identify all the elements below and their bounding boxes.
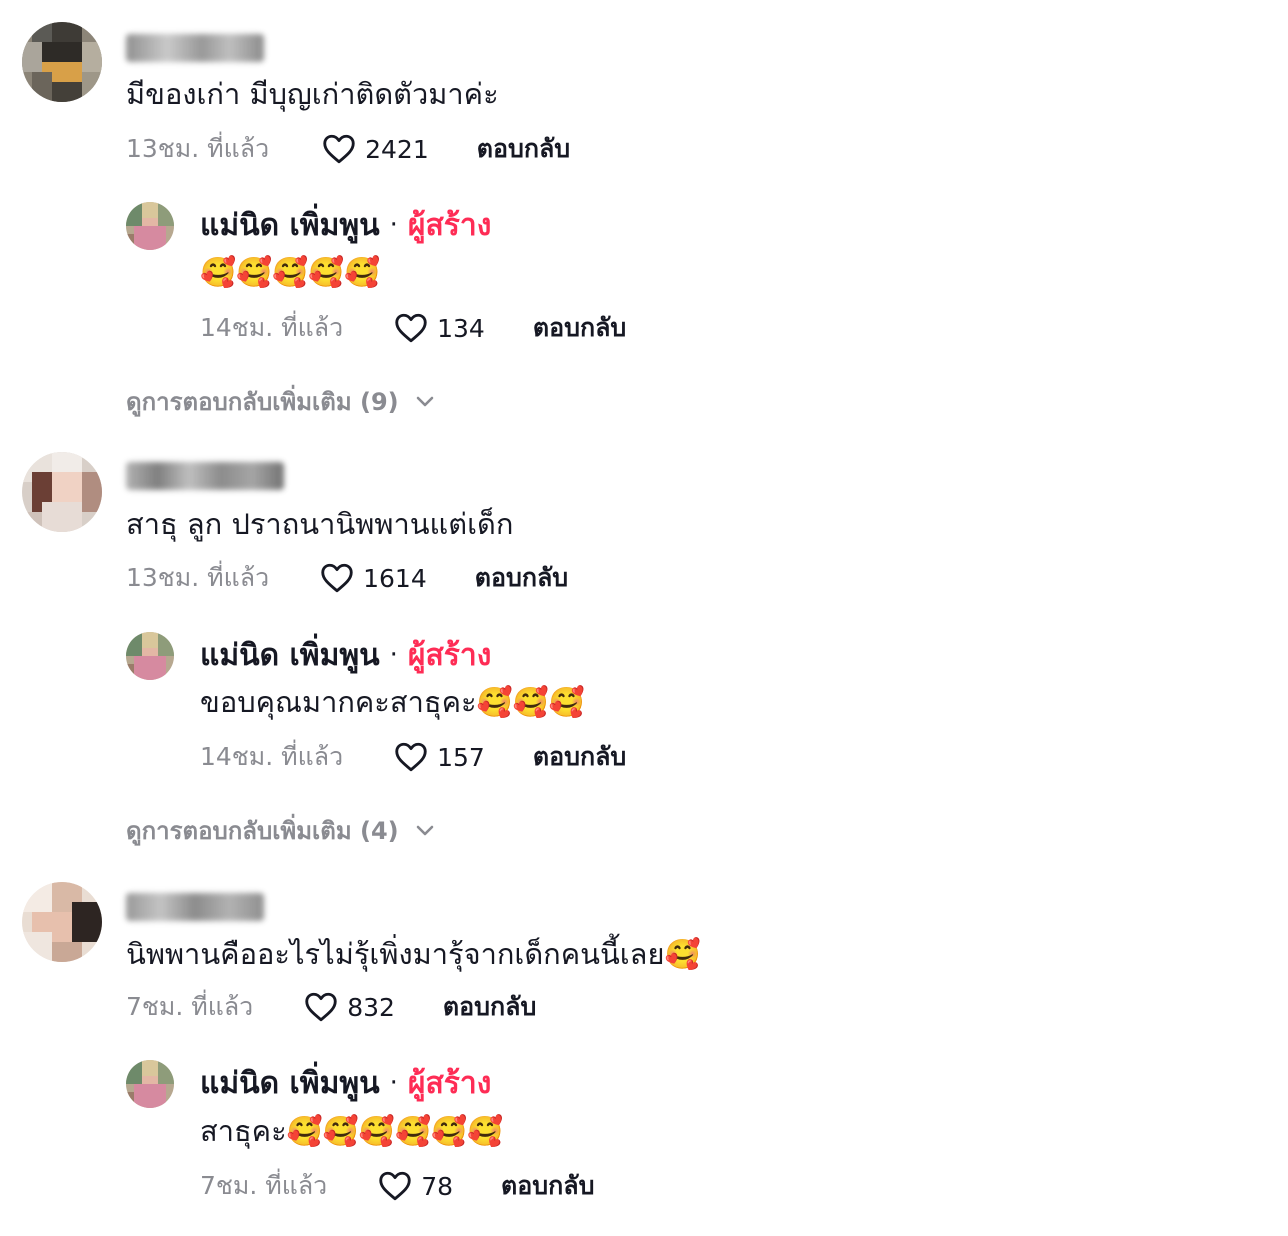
creator-reply-text: 🥰🥰🥰🥰🥰 — [200, 255, 381, 289]
heart-outline-icon — [305, 992, 337, 1022]
reply-button[interactable]: ตอบกลับ — [477, 129, 570, 169]
commenter-avatar[interactable] — [22, 882, 102, 962]
heart-outline-icon — [321, 563, 353, 593]
heart-outline-icon — [323, 134, 355, 164]
like-count: 157 — [437, 742, 485, 772]
comment-meta: 7ชม. ที่แล้ว 832 ตอบกลับ — [126, 987, 536, 1027]
creator-name[interactable]: แม่นิด เพิ่มพูน — [200, 1060, 380, 1107]
view-more-replies-button[interactable]: ดูการตอบกลับเพิ่มเติม (4) — [126, 810, 437, 850]
creator-reply-header: แม่นิด เพิ่มพูน · ผู้สร้าง — [200, 633, 491, 677]
comment-text: นิพพานคืออะไรไม่รุ้เพิ่งมารุ้จากเด็กคนนี… — [126, 937, 701, 971]
comment-meta: 13ชม. ที่แล้ว 1614 ตอบกลับ — [126, 558, 568, 598]
view-more-replies-label: ดูการตอบกลับเพิ่มเติม (4) — [126, 816, 399, 845]
creator-avatar[interactable] — [126, 1060, 174, 1108]
creator-reply-meta: 14ชม. ที่แล้ว 157 ตอบกลับ — [200, 737, 626, 777]
heart-outline-icon — [395, 313, 427, 343]
chevron-down-icon — [416, 825, 433, 836]
commenter-username[interactable] — [126, 893, 264, 921]
like-button[interactable]: 78 — [377, 1168, 453, 1204]
reply-button[interactable]: ตอบกลับ — [443, 987, 536, 1027]
reply-button[interactable]: ตอบกลับ — [533, 308, 626, 348]
comment-text: มีของเก่า มีบุญเก่าติดตัวมาค่ะ — [126, 77, 499, 111]
like-count: 134 — [437, 313, 485, 343]
creator-reply-meta: 7ชม. ที่แล้ว 78 ตอบกลับ — [200, 1166, 594, 1206]
comment-time: 7ชม. ที่แล้ว — [126, 992, 254, 1021]
comment-text: สาธุ ลูก ปราถนานิพพานแต่เด็ก — [126, 507, 514, 541]
commenter-username[interactable] — [126, 34, 264, 62]
reply-time: 14ชม. ที่แล้ว — [200, 313, 344, 342]
view-more-replies-label: ดูการตอบกลับเพิ่มเติม (9) — [126, 387, 399, 416]
heart-outline-icon — [379, 1171, 411, 1201]
comment-time: 13ชม. ที่แล้ว — [126, 134, 270, 163]
like-button[interactable]: 832 — [303, 989, 395, 1025]
creator-reply-text: สาธุคะ🥰🥰🥰🥰🥰🥰 — [200, 1114, 504, 1148]
chevron-down-icon — [416, 396, 433, 407]
creator-avatar[interactable] — [126, 202, 174, 250]
separator-dot: · — [389, 210, 398, 240]
like-count: 832 — [347, 992, 395, 1022]
reply-time: 7ชม. ที่แล้ว — [200, 1171, 328, 1200]
creator-reply-header: แม่นิด เพิ่มพูน · ผู้สร้าง — [200, 203, 491, 247]
creator-avatar[interactable] — [126, 632, 174, 680]
comment-meta: 13ชม. ที่แล้ว 2421 ตอบกลับ — [126, 129, 570, 169]
reply-button[interactable]: ตอบกลับ — [501, 1166, 594, 1206]
separator-dot: · — [389, 1068, 398, 1098]
comment-time: 13ชม. ที่แล้ว — [126, 563, 270, 592]
heart-outline-icon — [395, 742, 427, 772]
creator-badge: ผู้สร้าง — [407, 1065, 492, 1101]
like-button[interactable]: 157 — [393, 739, 485, 775]
creator-badge: ผู้สร้าง — [407, 207, 492, 243]
like-count: 1614 — [363, 563, 427, 593]
creator-name[interactable]: แม่นิด เพิ่มพูน — [200, 632, 380, 679]
like-button[interactable]: 134 — [393, 310, 485, 346]
reply-button[interactable]: ตอบกลับ — [533, 737, 626, 777]
creator-badge: ผู้สร้าง — [407, 637, 492, 673]
view-more-replies-button[interactable]: ดูการตอบกลับเพิ่มเติม (9) — [126, 381, 437, 421]
commenter-avatar[interactable] — [22, 22, 102, 102]
creator-reply-meta: 14ชม. ที่แล้ว 134 ตอบกลับ — [200, 308, 626, 348]
like-count: 2421 — [365, 134, 429, 164]
reply-time: 14ชม. ที่แล้ว — [200, 742, 344, 771]
like-count: 78 — [421, 1171, 454, 1201]
separator-dot: · — [389, 640, 398, 670]
creator-reply-text: ขอบคุณมากคะสาธุคะ🥰🥰🥰 — [200, 685, 585, 719]
commenter-username[interactable] — [126, 462, 284, 490]
reply-button[interactable]: ตอบกลับ — [475, 558, 568, 598]
commenter-avatar[interactable] — [22, 452, 102, 532]
creator-name[interactable]: แม่นิด เพิ่มพูน — [200, 202, 380, 249]
like-button[interactable]: 2421 — [321, 131, 429, 167]
like-button[interactable]: 1614 — [319, 560, 427, 596]
creator-reply-header: แม่นิด เพิ่มพูน · ผู้สร้าง — [200, 1061, 491, 1105]
